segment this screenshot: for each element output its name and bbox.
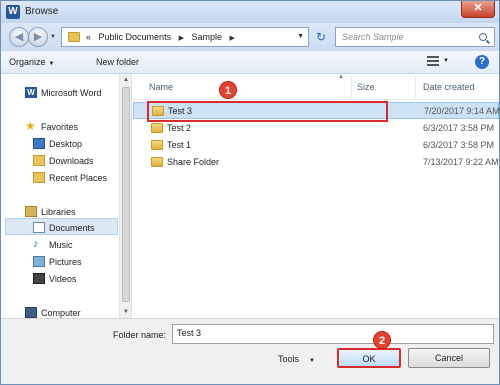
scroll-down-icon[interactable]: ▼ (123, 309, 129, 315)
music-icon: ♪ (33, 238, 39, 250)
folder-icon (68, 32, 80, 42)
nav-item-label: Pictures (49, 257, 82, 267)
file-date: 6/3/2017 3:58 PM (423, 123, 495, 133)
column-header-date-created[interactable]: Date created (423, 82, 475, 92)
toolbar: Organize ▼ New folder ▼ ? (1, 51, 499, 74)
recent-locations-dropdown-icon[interactable]: ▼ (50, 34, 56, 40)
nav-item-label: Documents (49, 223, 95, 233)
view-options-icon[interactable] (427, 56, 439, 66)
breadcrumb-overflow[interactable]: « (86, 32, 91, 42)
file-date: 7/13/2017 9:22 AM (423, 157, 499, 167)
browse-dialog: W Browse ✕ ◀ ▶ ▼ « Public Documents ▶ Sa… (0, 0, 500, 385)
step-1-badge: 1 (219, 81, 237, 99)
computer-icon (25, 307, 37, 318)
desktop-icon (33, 138, 45, 149)
nav-item-label: Recent Places (49, 173, 108, 183)
pictures-icon (33, 256, 45, 267)
star-icon: ★ (25, 119, 36, 133)
word-app-icon: W (6, 5, 20, 19)
address-dropdown-icon[interactable]: ▼ (297, 33, 304, 40)
tools-button[interactable]: Tools ▼ (278, 354, 315, 364)
nav-item-label: Desktop (49, 139, 83, 149)
file-date: 7/20/2017 9:14 AM (424, 106, 500, 116)
folder-name-label: Folder name: (113, 330, 167, 340)
window-title: Browse (25, 6, 59, 17)
highlight-annotation-box (147, 101, 388, 122)
scroll-up-icon[interactable]: ▲ (123, 77, 129, 83)
chevron-down-icon: ▼ (48, 61, 55, 67)
chevron-down-icon: ▼ (309, 358, 315, 364)
nav-item-label: Downloads (49, 156, 94, 166)
downloads-icon (33, 155, 45, 166)
breadcrumb: « Public Documents ▶ Sample ▶ (86, 32, 240, 42)
address-row: ◀ ▶ ▼ « Public Documents ▶ Sample ▶ ▼ ↻ … (1, 23, 499, 51)
close-button[interactable]: ✕ (461, 1, 495, 18)
breadcrumb-separator-icon[interactable]: ▶ (230, 35, 235, 42)
step-2-badge: 2 (373, 331, 391, 349)
folder-icon (151, 140, 163, 150)
folder-icon (151, 123, 163, 133)
column-divider[interactable] (415, 76, 416, 98)
scrollbar-thumb[interactable] (122, 87, 130, 302)
help-icon[interactable]: ? (475, 55, 489, 69)
search-icon (479, 33, 487, 41)
navigation-pane: W Microsoft Word ★ Favorites Desktop Dow… (1, 74, 132, 318)
search-placeholder: Search Sample (342, 32, 404, 42)
organize-label: Organize (9, 57, 46, 67)
file-row-test-2[interactable]: Test 2 6/3/2017 3:58 PM (133, 120, 499, 137)
title-bar: W Browse ✕ (1, 1, 499, 23)
nav-item-label: Computer (41, 308, 81, 318)
organize-button[interactable]: Organize ▼ (9, 57, 54, 67)
folder-name-input[interactable]: Test 3 (172, 324, 494, 344)
nav-scrollbar[interactable]: ▲ ▼ (119, 74, 131, 318)
ok-button[interactable]: OK (337, 348, 401, 368)
back-button[interactable]: ◀ (9, 27, 29, 47)
new-folder-button[interactable]: New folder (96, 57, 139, 67)
column-header-name[interactable]: Name (149, 82, 173, 92)
view-options-dropdown-icon[interactable]: ▼ (443, 58, 449, 64)
libraries-icon (25, 206, 37, 217)
column-header-row: ▲ Name Size Date created (133, 74, 499, 100)
file-row-share-folder[interactable]: Share Folder 7/13/2017 9:22 AM (133, 154, 499, 171)
breadcrumb-sample[interactable]: Sample (192, 32, 223, 42)
sort-caret-icon: ▲ (338, 74, 344, 80)
tools-label: Tools (278, 354, 300, 364)
nav-item-label: Favorites (41, 122, 79, 132)
cancel-button[interactable]: Cancel (408, 348, 490, 368)
recent-places-icon (33, 172, 45, 183)
breadcrumb-separator-icon[interactable]: ▶ (179, 35, 184, 42)
videos-icon (33, 273, 45, 284)
file-list: ▲ Name Size Date created Test 3 7/20/201… (133, 74, 500, 318)
file-date: 6/3/2017 3:58 PM (423, 140, 495, 150)
forward-button[interactable]: ▶ (28, 27, 48, 47)
breadcrumb-public-documents[interactable]: Public Documents (99, 32, 172, 42)
file-name: Test 1 (167, 140, 192, 150)
column-divider[interactable] (351, 76, 352, 98)
word-icon: W (25, 87, 37, 98)
nav-item-label: Videos (49, 274, 77, 284)
file-name: Share Folder (167, 157, 220, 167)
search-input[interactable]: Search Sample (335, 27, 495, 47)
nav-item-label: Libraries (41, 207, 76, 217)
file-row-test-1[interactable]: Test 1 6/3/2017 3:58 PM (133, 137, 499, 154)
address-bar[interactable]: « Public Documents ▶ Sample ▶ ▼ (61, 27, 309, 47)
dialog-footer: Folder name: Test 3 Tools ▼ OK Cancel (1, 318, 499, 384)
refresh-icon[interactable]: ↻ (312, 29, 330, 45)
column-header-size[interactable]: Size (357, 82, 375, 92)
nav-item-label: Music (49, 240, 73, 250)
documents-icon (33, 222, 45, 233)
file-name: Test 2 (167, 123, 192, 133)
folder-icon (151, 157, 163, 167)
nav-item-label: Microsoft Word (41, 88, 102, 98)
